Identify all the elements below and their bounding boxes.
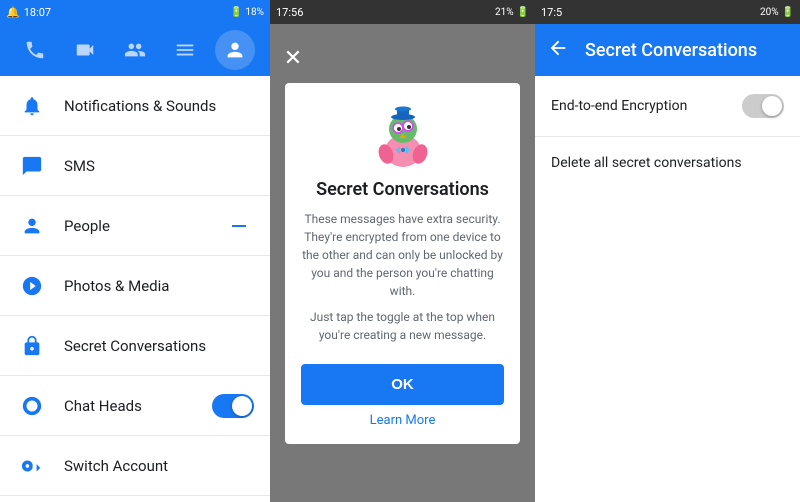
delete-label: Delete all secret conversations xyxy=(551,155,742,171)
settings-item-switchaccount[interactable]: Switch Account xyxy=(0,436,270,496)
modal-battery: 21% xyxy=(495,7,514,18)
modal-card: ✕ xyxy=(285,83,520,444)
secret-nav-title: Secret Conversations xyxy=(585,40,757,61)
sms-label: SMS xyxy=(64,157,254,175)
settings-item-chatheads[interactable]: Chat Heads xyxy=(0,376,270,436)
modal-battery-icon: 🔋 xyxy=(517,7,529,18)
settings-item-sms[interactable]: SMS xyxy=(0,136,270,196)
settings-item-people[interactable]: People xyxy=(0,196,270,256)
e2e-toggle[interactable] xyxy=(742,94,784,118)
secret-content: End-to-end Encryption Delete all secret … xyxy=(535,76,800,502)
people-icon xyxy=(16,210,48,242)
chatheads-label: Chat Heads xyxy=(64,397,196,415)
secret-item-delete[interactable]: Delete all secret conversations xyxy=(535,137,800,189)
sms-icon xyxy=(16,150,48,182)
status-bar-left-1: 🔔 18:07 xyxy=(6,6,51,19)
secret-time: 17:5 xyxy=(541,6,562,19)
notifications-icon xyxy=(16,90,48,122)
nav-profile[interactable] xyxy=(215,30,255,70)
photos-icon xyxy=(16,270,48,302)
nav-phone[interactable] xyxy=(15,30,55,70)
secret-battery: 20% xyxy=(760,7,779,18)
photos-label: Photos & Media xyxy=(64,277,254,295)
nav-bar-1 xyxy=(0,24,270,76)
bird-illustration xyxy=(363,99,443,179)
modal-status-right: 21% 🔋 xyxy=(495,7,529,18)
chatheads-toggle[interactable] xyxy=(212,394,254,418)
battery-icon-1: 🔋 xyxy=(230,7,242,18)
switchaccount-icon xyxy=(16,450,48,482)
secret-nav-bar: Secret Conversations xyxy=(535,24,800,76)
chatheads-toggle-container xyxy=(212,394,254,418)
status-bar-right-1: 🔋 18% xyxy=(230,7,264,18)
e2e-label: End-to-end Encryption xyxy=(551,98,687,114)
status-bar-3: 17:5 20% 🔋 xyxy=(535,0,800,24)
settings-item-secret[interactable]: Secret Conversations xyxy=(0,316,270,376)
secret-icon xyxy=(16,330,48,362)
settings-item-photos[interactable]: Photos & Media xyxy=(0,256,270,316)
secret-status-right: 20% 🔋 xyxy=(760,7,794,18)
secret-panel: 17:5 20% 🔋 Secret Conversations End-to-e… xyxy=(535,0,800,502)
back-button[interactable] xyxy=(547,37,569,64)
modal-description-2: Just tap the toggle at the top when you'… xyxy=(301,308,504,344)
notifications-label: Notifications & Sounds xyxy=(64,97,254,115)
secret-status-left: 17:5 xyxy=(541,6,562,19)
settings-item-notifications[interactable]: Notifications & Sounds xyxy=(0,76,270,136)
chatheads-icon xyxy=(16,390,48,422)
modal-panel: 17:56 21% 🔋 ✕ xyxy=(270,0,535,502)
nav-video[interactable] xyxy=(65,30,105,70)
modal-description-1: These messages have extra security. They… xyxy=(301,210,504,300)
modal-title: Secret Conversations xyxy=(316,179,489,200)
status-bar-2: 17:56 21% 🔋 xyxy=(270,0,535,24)
switchaccount-label: Switch Account xyxy=(64,457,254,475)
people-label: People xyxy=(64,217,216,235)
settings-panel: 🔔 18:07 🔋 18% Notific xyxy=(0,0,270,502)
status-bar-1: 🔔 18:07 🔋 18% xyxy=(0,0,270,24)
battery-1: 18% xyxy=(245,7,264,18)
modal-status-left: 17:56 xyxy=(276,6,303,19)
modal-time: 17:56 xyxy=(276,6,303,19)
nav-menu[interactable] xyxy=(165,30,205,70)
nav-people[interactable] xyxy=(115,30,155,70)
secret-label: Secret Conversations xyxy=(64,337,254,355)
secret-item-e2e[interactable]: End-to-end Encryption xyxy=(535,76,800,137)
alarm-icon: 🔔 xyxy=(6,6,20,19)
learn-more-link[interactable]: Learn More xyxy=(370,413,436,428)
settings-item-report[interactable]: Report a problem xyxy=(0,496,270,502)
close-button[interactable]: ✕ xyxy=(277,43,309,75)
settings-list: Notifications & Sounds SMS People Photos… xyxy=(0,76,270,502)
people-indicator xyxy=(232,225,246,227)
ok-button[interactable]: OK xyxy=(301,364,504,405)
time-1: 18:07 xyxy=(24,6,51,19)
secret-battery-icon: 🔋 xyxy=(782,7,794,18)
